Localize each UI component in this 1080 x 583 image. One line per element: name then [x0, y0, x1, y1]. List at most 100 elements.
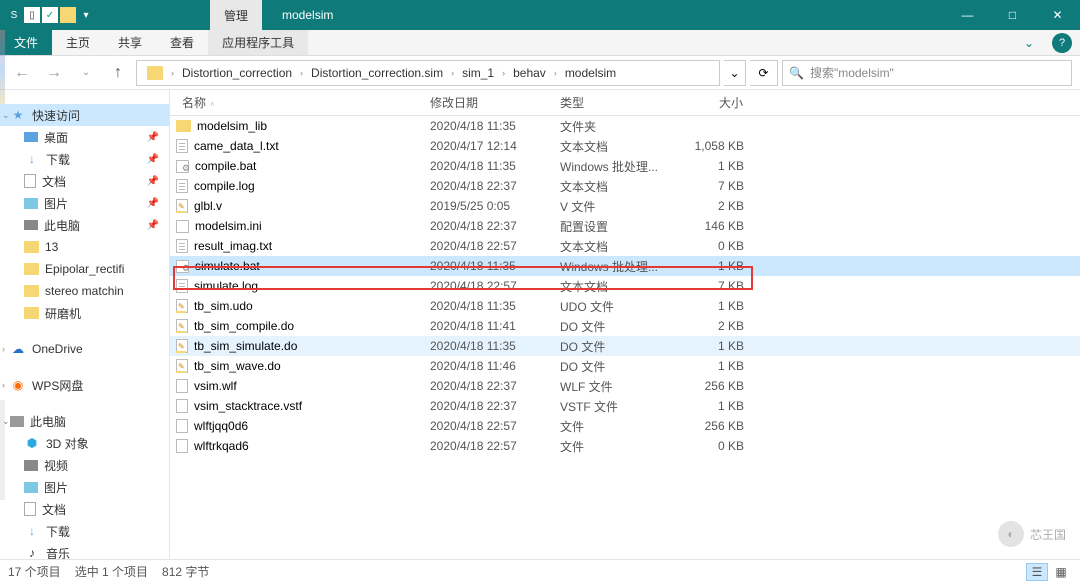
breadcrumb-item[interactable]: behav: [507, 66, 552, 80]
file-name: simulate.log: [194, 279, 258, 293]
file-row[interactable]: tb_sim_wave.do2020/4/18 11:46DO 文件1 KB: [170, 356, 1080, 376]
ribbon-tab-home[interactable]: 主页: [52, 30, 104, 55]
navigation-pane[interactable]: ⌄★快速访问 桌面📌 下载📌 文档📌 图片📌 此电脑📌 13 Epipolar_…: [0, 90, 170, 559]
column-header-date[interactable]: 修改日期: [422, 94, 552, 111]
file-row[interactable]: modelsim_lib2020/4/18 11:35文件夹: [170, 116, 1080, 136]
file-date: 2020/4/18 22:37: [422, 179, 552, 193]
file-row[interactable]: modelsim.ini2020/4/18 22:37配置设置146 KB: [170, 216, 1080, 236]
pin-icon: 📌: [147, 198, 159, 209]
address-dropdown-button[interactable]: ⌄: [724, 60, 746, 86]
column-header-type[interactable]: 类型: [552, 94, 672, 111]
folder-icon: [24, 285, 39, 297]
file-row[interactable]: wlftjqq0d62020/4/18 22:57文件256 KB: [170, 416, 1080, 436]
nav-back-button[interactable]: ←: [8, 59, 36, 87]
ribbon-tab-file[interactable]: 文件: [0, 30, 52, 55]
nav-forward-button[interactable]: →: [40, 59, 68, 87]
cloud-icon: ☁: [10, 341, 26, 357]
file-row[interactable]: glbl.v2019/5/25 0:05V 文件2 KB: [170, 196, 1080, 216]
nav-quick-access[interactable]: ⌄★快速访问: [0, 104, 169, 126]
breadcrumb-item[interactable]: sim_1: [456, 66, 500, 80]
ribbon-tab-share[interactable]: 共享: [104, 30, 156, 55]
file-row[interactable]: came_data_l.txt2020/4/17 12:14文本文档1,058 …: [170, 136, 1080, 156]
file-row[interactable]: compile.bat2020/4/18 11:35Windows 批处理...…: [170, 156, 1080, 176]
chevron-right-icon[interactable]: ›: [449, 68, 456, 78]
minimize-button[interactable]: —: [945, 0, 990, 30]
document-icon: [24, 502, 36, 516]
file-size: 7 KB: [672, 279, 752, 293]
file-type: 文本文档: [552, 238, 672, 255]
file-row[interactable]: tb_sim.udo2020/4/18 11:35UDO 文件1 KB: [170, 296, 1080, 316]
column-header-size[interactable]: 大小: [672, 94, 752, 111]
file-row[interactable]: tb_sim_simulate.do2020/4/18 11:35DO 文件1 …: [170, 336, 1080, 356]
view-details-button[interactable]: ☰: [1026, 563, 1048, 581]
file-size: 1 KB: [672, 259, 752, 273]
breadcrumb-item[interactable]: modelsim: [559, 66, 622, 80]
nav-3d-objects[interactable]: ⬢3D 对象: [0, 432, 169, 454]
nav-documents-2[interactable]: 文档: [0, 498, 169, 520]
document-icon: [24, 174, 36, 188]
search-input[interactable]: 🔍 搜索"modelsim": [782, 60, 1072, 86]
maximize-button[interactable]: □: [990, 0, 1035, 30]
breadcrumb-item[interactable]: Distortion_correction.sim: [305, 66, 449, 80]
file-type: 文本文档: [552, 278, 672, 295]
nav-onedrive[interactable]: ›☁OneDrive: [0, 338, 169, 360]
status-item-count: 17 个项目: [8, 563, 61, 580]
nav-documents[interactable]: 文档📌: [0, 170, 169, 192]
qat-folder-icon[interactable]: [60, 7, 76, 23]
file-size: 256 KB: [672, 419, 752, 433]
qat-icon-1[interactable]: ▯: [24, 7, 40, 23]
file-row[interactable]: tb_sim_compile.do2020/4/18 11:41DO 文件2 K…: [170, 316, 1080, 336]
pin-icon: 📌: [147, 154, 159, 165]
file-name: glbl.v: [194, 199, 222, 213]
watermark-icon: ◐: [998, 521, 1024, 547]
nav-music[interactable]: ♪音乐: [0, 542, 169, 559]
nav-pictures-2[interactable]: 图片: [0, 476, 169, 498]
nav-folder-stereo[interactable]: stereo matchin: [0, 280, 169, 302]
file-name: tb_sim_compile.do: [194, 319, 294, 333]
file-row[interactable]: result_imag.txt2020/4/18 22:57文本文档0 KB: [170, 236, 1080, 256]
file-name: simulate.bat: [195, 259, 260, 273]
ribbon-expand-icon[interactable]: ⌄: [1014, 30, 1044, 55]
nav-videos[interactable]: 视频: [0, 454, 169, 476]
nav-folder-grinder[interactable]: 研磨机: [0, 302, 169, 324]
file-type: V 文件: [552, 198, 672, 215]
qat-dropdown-icon[interactable]: ▾: [78, 7, 94, 23]
file-row[interactable]: simulate.bat2020/4/18 11:35Windows 批处理..…: [170, 256, 1080, 276]
file-row[interactable]: simulate.log2020/4/18 22:57文本文档7 KB: [170, 276, 1080, 296]
breadcrumb[interactable]: › Distortion_correction › Distortion_cor…: [136, 60, 720, 86]
nav-wps[interactable]: ›◉WPS网盘: [0, 374, 169, 396]
file-icon: [176, 220, 189, 233]
chevron-right-icon[interactable]: ›: [169, 68, 176, 78]
view-icons-button[interactable]: ▦: [1050, 563, 1072, 581]
nav-desktop[interactable]: 桌面📌: [0, 126, 169, 148]
nav-recent-dropdown[interactable]: ⌄: [72, 59, 100, 87]
breadcrumb-item[interactable]: Distortion_correction: [176, 66, 298, 80]
quick-access-toolbar: S ▯ ✓ ▾: [0, 7, 100, 23]
column-header-name[interactable]: 名称˄: [170, 94, 422, 111]
nav-this-pc[interactable]: 此电脑📌: [0, 214, 169, 236]
pin-icon: 📌: [147, 176, 159, 187]
nav-folder-13[interactable]: 13: [0, 236, 169, 258]
pictures-icon: [24, 482, 38, 493]
nav-folder-epipolar[interactable]: Epipolar_rectifi: [0, 258, 169, 280]
chevron-right-icon[interactable]: ›: [552, 68, 559, 78]
qat-icon-2[interactable]: ✓: [42, 7, 58, 23]
chevron-right-icon[interactable]: ›: [298, 68, 305, 78]
refresh-button[interactable]: ⟳: [750, 60, 778, 86]
close-button[interactable]: ✕: [1035, 0, 1080, 30]
file-row[interactable]: compile.log2020/4/18 22:37文本文档7 KB: [170, 176, 1080, 196]
nav-downloads-2[interactable]: 下载: [0, 520, 169, 542]
nav-up-button[interactable]: ↑: [104, 59, 132, 87]
file-row[interactable]: wlftrkqad62020/4/18 22:57文件0 KB: [170, 436, 1080, 456]
nav-pictures[interactable]: 图片📌: [0, 192, 169, 214]
file-row[interactable]: vsim_stacktrace.vstf2020/4/18 22:37VSTF …: [170, 396, 1080, 416]
chevron-right-icon[interactable]: ›: [500, 68, 507, 78]
contextual-tab-manage[interactable]: 管理: [210, 0, 262, 30]
ribbon-tab-app-tools[interactable]: 应用程序工具: [208, 30, 308, 55]
help-button[interactable]: ?: [1052, 33, 1072, 53]
file-list-pane: 名称˄ 修改日期 类型 大小 modelsim_lib2020/4/18 11:…: [170, 90, 1080, 559]
nav-downloads[interactable]: 下载📌: [0, 148, 169, 170]
file-row[interactable]: vsim.wlf2020/4/18 22:37WLF 文件256 KB: [170, 376, 1080, 396]
nav-this-pc-section[interactable]: ⌄此电脑: [0, 410, 169, 432]
ribbon-tab-view[interactable]: 查看: [156, 30, 208, 55]
